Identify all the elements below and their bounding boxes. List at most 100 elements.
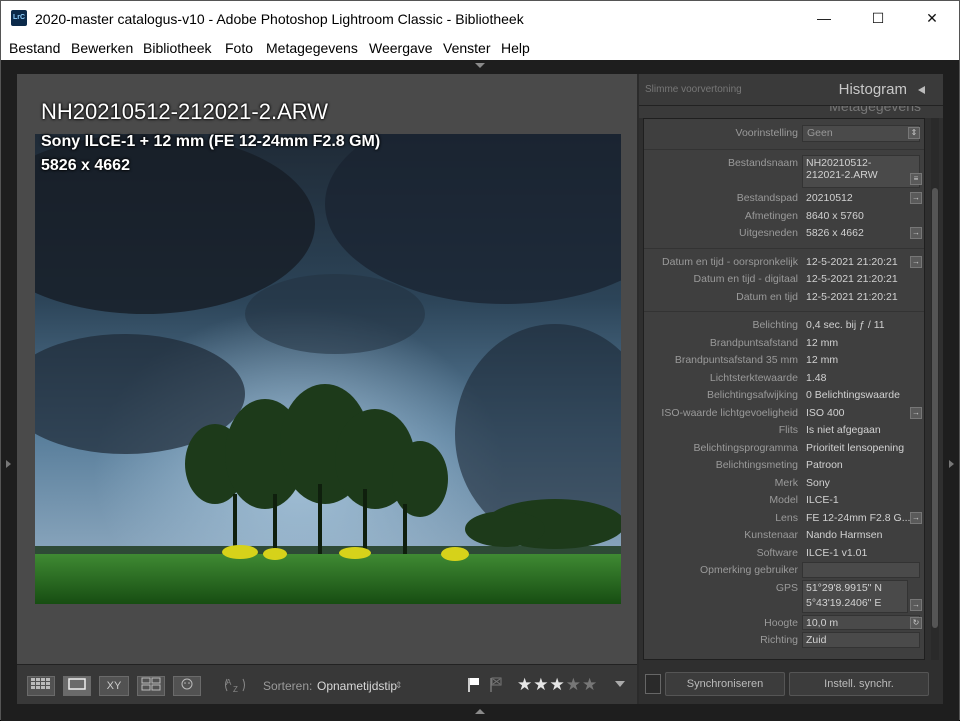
rating-star-icon[interactable]: ★ — [533, 675, 548, 694]
lightroom-window: LrC 2020-master catalogus-v10 - Adobe Ph… — [0, 0, 960, 721]
metadata-row: Datum en tijd 12-5-2021 21:20:21 — [644, 289, 924, 307]
metadata-row: GPS 51°29'8.9915" N 5°43'19.2406" E → — [644, 579, 924, 615]
go-arrow-icon[interactable]: → — [910, 192, 922, 204]
menu-venster[interactable]: Venster — [443, 40, 490, 56]
metadata-panel: Voorinstelling Geen ⇕ Bestandsnaam NH2021051… — [643, 118, 925, 660]
metadata-label: Kunstenaar — [744, 529, 798, 541]
go-arrow-icon[interactable]: → — [910, 406, 922, 419]
metadata-row: Merk Sony — [644, 475, 924, 493]
metadata-row: Datum en tijd - oorspronkelijk 12-5-2021 … — [644, 254, 924, 272]
menu-bibliotheek[interactable]: Bibliotheek — [143, 40, 212, 56]
go-arrow-icon[interactable]: → — [910, 227, 922, 239]
metadata-label: Brandpuntsafstand — [709, 336, 798, 349]
panel-scrollbar[interactable] — [931, 118, 939, 660]
toolbar-menu-chevron-icon[interactable] — [615, 681, 625, 687]
preset-label: Voorinstelling — [735, 127, 798, 139]
histogram-header[interactable]: Slimme voorvertoning Histogram — [639, 74, 943, 106]
star-rating[interactable]: ★★★★★ — [517, 675, 598, 695]
metadata-label: Belichtingsmeting — [715, 459, 798, 471]
metadata-value-2: 5°43'19.2406" E — [806, 596, 882, 609]
right-panel-toggle[interactable] — [943, 74, 959, 704]
go-arrow-icon[interactable]: → — [910, 511, 922, 524]
preset-select[interactable]: Geen — [802, 125, 920, 142]
menu-bar: Bestand Bewerken Bibliotheek Foto Metage… — [1, 36, 959, 60]
metadata-value: Zuid — [806, 634, 827, 646]
metadata-value: 5826 x 4662 — [806, 227, 864, 239]
minimize-button[interactable]: — — [801, 1, 847, 36]
metadata-row: Afmetingen 8640 x 5760 — [644, 208, 924, 226]
go-arrow-icon[interactable]: → — [910, 598, 922, 611]
histogram-collapse-icon[interactable] — [918, 86, 925, 94]
metadata-value: Prioriteit lensopening — [806, 441, 905, 454]
menu-foto[interactable]: Foto — [225, 40, 253, 56]
scroll-thumb[interactable] — [932, 188, 938, 628]
face-icon — [181, 678, 193, 690]
landscape-photo — [35, 134, 621, 604]
metadata-header[interactable]: Metagegevens — [639, 106, 943, 118]
grid-view-button[interactable] — [27, 676, 55, 696]
metadata-row: Belichtingsafwijking 0 Belichtingswaarde — [644, 387, 924, 405]
metadata-row: Hoogte 10,0 m ↻ — [644, 614, 924, 633]
svg-text:Z: Z — [233, 685, 238, 694]
menu-metagegevens[interactable]: Metagegevens — [266, 40, 358, 56]
metadata-label: Software — [756, 546, 798, 559]
collapse-triangle-icon[interactable] — [475, 63, 485, 68]
metadata-row: Belichting 0,4 sec. bij ƒ / 11 — [644, 317, 924, 335]
refresh-icon[interactable]: ↻ — [910, 616, 922, 629]
histogram-title: Histogram — [838, 81, 907, 98]
metadata-label: Uitgesneden — [739, 227, 798, 239]
metadata-row: Uitgesneden 5826 x 4662 → — [644, 225, 924, 243]
metadata-value: 1.48 — [806, 371, 827, 384]
metadata-label: Belichtingsprogramma — [693, 441, 798, 454]
metadata-value: 12 mm — [806, 336, 839, 349]
people-view-button[interactable] — [173, 676, 201, 696]
expand-right-icon[interactable] — [949, 460, 954, 468]
expand-filmstrip-icon[interactable] — [475, 709, 485, 714]
metadata-field[interactable] — [802, 562, 920, 578]
metadata-row: Bestandspad 20210512 → — [644, 190, 924, 208]
reject-flag-icon[interactable] — [489, 677, 503, 698]
library-toolbar: XY AZ Sorteren: Opnametijdstip ⇕ ★★★★★ — [17, 664, 637, 704]
close-button[interactable]: ✕ — [909, 1, 955, 36]
menu-help[interactable]: Help — [501, 40, 530, 56]
metadata-label: Datum en tijd - digitaal — [693, 273, 798, 285]
rating-star-icon[interactable]: ★ — [566, 675, 581, 694]
metadata-label: Bestandspad — [736, 192, 798, 204]
metadata-row: Opmerking gebruiker — [644, 562, 924, 580]
expand-left-icon[interactable] — [6, 460, 11, 468]
metadata-label: Belichtingsafwijking — [706, 389, 798, 401]
loupe-view-button[interactable] — [63, 676, 91, 696]
overlay-filename: NH20210512-212021-2.ARW — [41, 99, 328, 124]
sort-select[interactable]: Opnametijdstip — [317, 679, 397, 693]
menu-bewerken[interactable]: Bewerken — [71, 40, 133, 56]
maximize-button[interactable]: ☐ — [855, 1, 901, 36]
sync-toggle-switch[interactable] — [645, 674, 661, 694]
metadata-value: 12-5-2021 21:20:21 — [806, 255, 898, 268]
go-arrow-icon[interactable]: → — [910, 255, 922, 268]
metadata-row: ISO-waarde lichtgevoeligheid ISO 400 → — [644, 405, 924, 423]
compare-view-button[interactable]: XY — [99, 676, 129, 696]
metadata-value: FE 12-24mm F2.8 G... — [806, 511, 911, 524]
lightroom-app-icon: LrC — [11, 10, 27, 26]
survey-view-button[interactable] — [137, 676, 165, 696]
metadata-value: 12-5-2021 21:20:21 — [806, 290, 898, 303]
loupe-icon — [68, 678, 86, 690]
rating-star-icon[interactable]: ★ — [550, 675, 565, 694]
metadata-row: Belichtingsmeting Patroon — [644, 457, 924, 475]
flag-icon[interactable] — [467, 677, 481, 698]
metadata-value: 8640 x 5760 — [806, 209, 864, 222]
rating-star-icon[interactable]: ★ — [517, 675, 532, 694]
left-panel-toggle[interactable] — [1, 74, 17, 704]
sync-button[interactable]: Synchroniseren — [665, 672, 785, 696]
rating-star-icon[interactable]: ★ — [582, 675, 597, 694]
metadata-row: Software ILCE-1 v1.01 — [644, 545, 924, 563]
preset-chevron-icon[interactable]: ⇕ — [908, 127, 920, 139]
menu-bestand[interactable]: Bestand — [9, 40, 60, 56]
photo-preview[interactable] — [35, 134, 621, 604]
list-icon[interactable]: ≡ — [910, 173, 922, 185]
metadata-value: 10,0 m — [806, 616, 839, 629]
sort-direction-icon[interactable]: AZ — [223, 675, 251, 700]
sort-chevron-icon[interactable]: ⇕ — [395, 680, 403, 691]
menu-weergave[interactable]: Weergave — [369, 40, 433, 56]
settings-sync-button[interactable]: Instell. synchr. — [789, 672, 929, 696]
